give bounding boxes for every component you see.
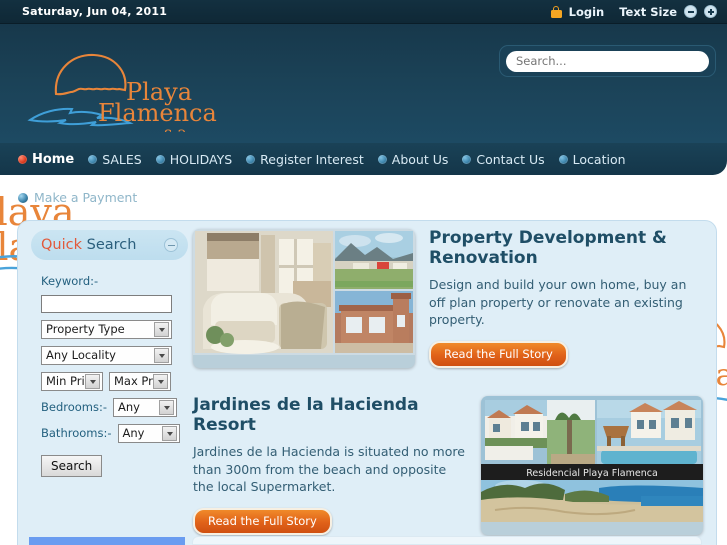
read-full-story-button-1[interactable]: Read the Full Story [429, 341, 568, 368]
min-price-value: Min Pric [46, 374, 85, 388]
footer-panel [192, 536, 702, 545]
search-input[interactable] [506, 50, 709, 72]
property-type-select[interactable]: Property Type [41, 319, 172, 339]
bullet-icon [377, 154, 387, 164]
bathrooms-value: Any [122, 426, 145, 440]
chevron-down-icon [153, 373, 168, 389]
footer-active-tab[interactable] [29, 537, 185, 545]
bullet-icon [155, 154, 165, 164]
keyword-input[interactable] [41, 294, 172, 313]
page-body: Playa Flamenca Playa Make a Payment Quic… [0, 175, 727, 545]
property-type-value: Property Type [46, 322, 125, 336]
quick-search-panel: Quick Search Keyword:- Property Type Any… [31, 230, 188, 477]
header-search-container [499, 45, 716, 77]
nav-item-holidays[interactable]: HOLIDAYS [155, 151, 233, 167]
article-2-text: Jardines de la Hacienda Resort Jardines … [193, 395, 467, 535]
bullet-icon [18, 154, 27, 164]
main-navigation: Home SALES HOLIDAYS Register Interest Ab… [0, 143, 727, 175]
max-price-value: Max Pri [114, 374, 153, 388]
site-header: Playa Flamenca s.a. [0, 24, 727, 143]
nav-label: Location [572, 151, 626, 167]
text-size-label: Text Size [619, 4, 677, 19]
nav-label: SALES [102, 151, 142, 167]
content-panel: Quick Search Keyword:- Property Type Any… [17, 220, 717, 545]
current-date: Saturday, Jun 04, 2011 [22, 5, 168, 18]
make-a-payment-label: Make a Payment [34, 190, 138, 205]
bedrooms-select[interactable]: Any [113, 397, 178, 417]
collapse-minus-icon[interactable] [164, 238, 178, 252]
image-caption-text: Residencial Playa Flamenca [526, 468, 658, 479]
quick-search-title: Quick Search [41, 237, 136, 253]
max-price-select[interactable]: Max Pri [109, 371, 171, 391]
nav-item-contact-us[interactable]: Contact Us [462, 151, 545, 167]
bedrooms-row: Bedrooms:- Any [41, 397, 180, 417]
search-button[interactable]: Search [41, 454, 103, 477]
bullet-icon [246, 154, 256, 164]
min-price-select[interactable]: Min Pric [41, 371, 103, 391]
property-collage-image[interactable] [193, 229, 415, 368]
plus-circle-icon[interactable] [704, 5, 717, 18]
bullet-icon [88, 154, 98, 164]
nav-item-register-interest[interactable]: Register Interest [246, 152, 364, 167]
locality-value: Any Locality [46, 348, 116, 362]
bullet-icon [462, 154, 472, 164]
bullet-icon [18, 192, 28, 203]
chevron-down-icon [162, 425, 177, 441]
lock-icon [550, 5, 562, 18]
shell-sun-icon: Playa Flamenca s.a. [27, 53, 217, 132]
nav-item-location[interactable]: Location [558, 151, 626, 167]
nav-label: Home [32, 151, 75, 167]
nav-item-sales[interactable]: SALES [88, 152, 142, 167]
article-jardines-resort: Jardines de la Hacienda Resort Jardines … [193, 395, 703, 535]
nav-label: Register Interest [260, 151, 364, 167]
login-link[interactable]: Login [569, 5, 605, 19]
resort-collage-image[interactable]: Residencial Playa Flamenca [481, 396, 703, 535]
article-1-body: Design and build your own home, buy an o… [429, 276, 687, 328]
article-1-title: Property Development & Renovation [429, 228, 667, 268]
read-full-story-button-2[interactable]: Read the Full Story [193, 508, 332, 535]
top-utility-bar: Saturday, Jun 04, 2011 Login Text Size [0, 0, 727, 24]
chevron-down-icon [154, 347, 169, 363]
quick-search-header: Quick Search [31, 230, 188, 260]
bullet-icon [558, 154, 568, 164]
logo-text-sa: s.a. [164, 123, 192, 132]
nav-label: About Us [391, 151, 449, 167]
nav-item-home[interactable]: Home [18, 152, 74, 167]
article-2-title: Jardines de la Hacienda Resort [193, 395, 419, 435]
quick-search-body: Keyword:- Property Type Any Locality Min… [31, 260, 188, 477]
make-a-payment-link[interactable]: Make a Payment [18, 190, 137, 205]
bathrooms-label: Bathrooms:- [41, 426, 112, 440]
bathrooms-select[interactable]: Any [117, 423, 180, 443]
minus-circle-icon[interactable] [684, 5, 697, 18]
logo-text-flamenca: Flamenca [98, 99, 217, 127]
topbar-actions: Login Text Size [550, 4, 717, 19]
chevron-down-icon [154, 321, 169, 337]
nav-item-about-us[interactable]: About Us [377, 151, 449, 167]
keyword-label: Keyword:- [41, 274, 99, 288]
bedrooms-label: Bedrooms:- [41, 400, 108, 414]
bathrooms-row: Bathrooms:- Any [41, 423, 180, 443]
price-range-row: Min Pric Max Pri [41, 365, 180, 391]
site-logo[interactable]: Playa Flamenca s.a. [18, 42, 218, 132]
article-1-text: Property Development & Renovation Design… [429, 228, 703, 368]
article-property-development: Property Development & Renovation Design… [193, 228, 703, 368]
article-2-body: Jardines de la Hacienda is situated no m… [193, 443, 465, 495]
nav-label: HOLIDAYS [169, 151, 233, 167]
title-search: Search [82, 237, 137, 253]
bedrooms-value: Any [118, 400, 140, 414]
title-quick: Quick [41, 237, 83, 253]
nav-label: Contact Us [476, 151, 545, 167]
chevron-down-icon [159, 399, 175, 415]
locality-select[interactable]: Any Locality [41, 345, 172, 365]
chevron-down-icon [85, 373, 100, 389]
